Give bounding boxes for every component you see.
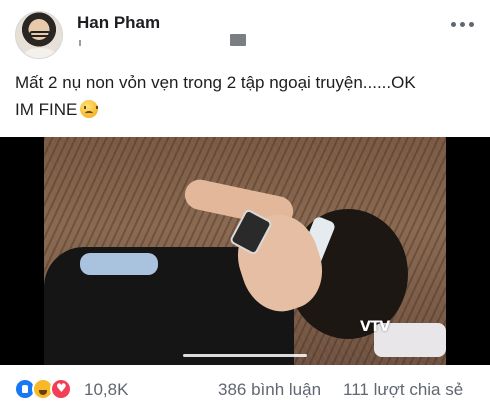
persevere-face-icon [80, 100, 99, 118]
post-text-line: IM FINE [15, 96, 480, 123]
dot-icon [451, 22, 456, 27]
post-footer: 10,8K 386 bình luận 111 lượt chia sẻ [0, 370, 490, 409]
post-meta [77, 36, 277, 50]
more-options-button[interactable] [448, 14, 478, 36]
channel-logo: VTV [360, 319, 390, 335]
privacy-icon[interactable] [230, 34, 246, 46]
avatar-shirt [24, 48, 56, 58]
dot-icon [469, 22, 474, 27]
dot-icon [460, 22, 465, 27]
love-icon [50, 378, 72, 400]
video-towel [80, 253, 158, 275]
video-frame-image: VTV [44, 137, 446, 365]
avatar-glasses [29, 31, 51, 37]
meta-separator [79, 40, 81, 46]
post-text-line: Mất 2 nụ non vỏn vẹn trong 2 tập ngoại t… [15, 73, 416, 92]
author-name[interactable]: Han Pham [77, 13, 160, 33]
reaction-count[interactable]: 10,8K [84, 380, 128, 400]
video-progress-bar[interactable] [183, 354, 307, 357]
reactions-summary[interactable] [14, 378, 84, 400]
video-player[interactable]: VTV [0, 137, 490, 365]
post-header: Han Pham [0, 0, 490, 62]
avatar[interactable] [15, 11, 63, 59]
comment-count[interactable]: 386 bình luận [218, 380, 321, 400]
post-text-line-2: IM FINE [15, 100, 78, 119]
share-count[interactable]: 111 lượt chia sẻ [343, 380, 463, 400]
post-text: Mất 2 nụ non vỏn vẹn trong 2 tập ngoại t… [15, 69, 480, 123]
